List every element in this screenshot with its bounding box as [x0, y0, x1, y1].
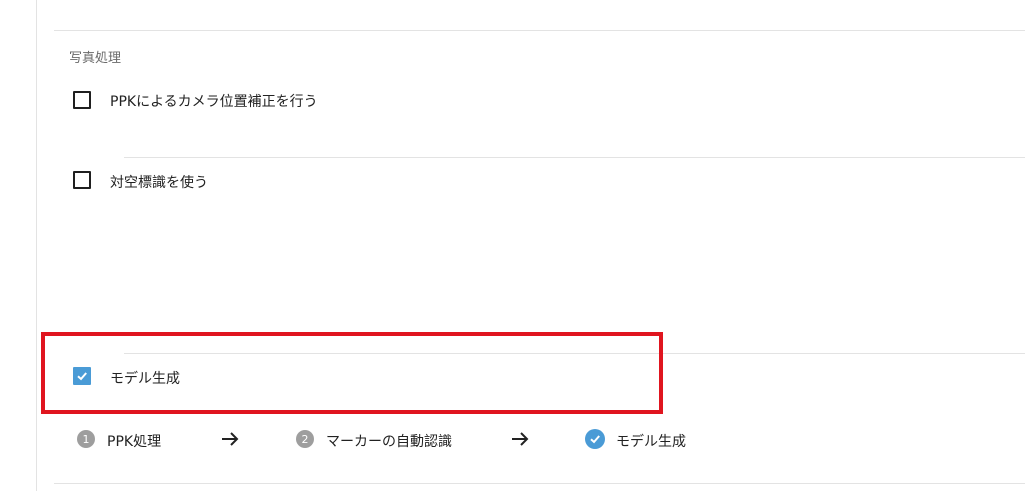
step-2-badge: 2: [296, 430, 314, 448]
ppk-correction-label[interactable]: PPKによるカメラ位置補正を行う: [110, 91, 318, 111]
step-1-label: PPK処理: [107, 434, 162, 450]
step-2-number: 2: [301, 432, 309, 446]
ppk-correction-checkbox[interactable]: [73, 91, 91, 109]
step-3-done-badge: [585, 429, 605, 449]
arrow-right-icon: [512, 432, 529, 446]
divider-option-1: [124, 157, 1025, 158]
step-1-number: 1: [82, 432, 90, 446]
left-border: [36, 0, 37, 491]
section-title: 写真処理: [69, 51, 122, 66]
step-1-badge: 1: [77, 430, 95, 448]
divider-top: [54, 30, 1025, 31]
divider-bottom: [54, 483, 1025, 484]
arrow-right-icon: [222, 432, 239, 446]
step-3-label: モデル生成: [616, 434, 686, 450]
highlight-box: [41, 332, 663, 414]
check-icon: [590, 435, 600, 444]
gcp-marker-checkbox[interactable]: [73, 171, 91, 189]
step-2-label: マーカーの自動認識: [326, 434, 452, 450]
gcp-marker-label[interactable]: 対空標識を使う: [110, 172, 208, 192]
